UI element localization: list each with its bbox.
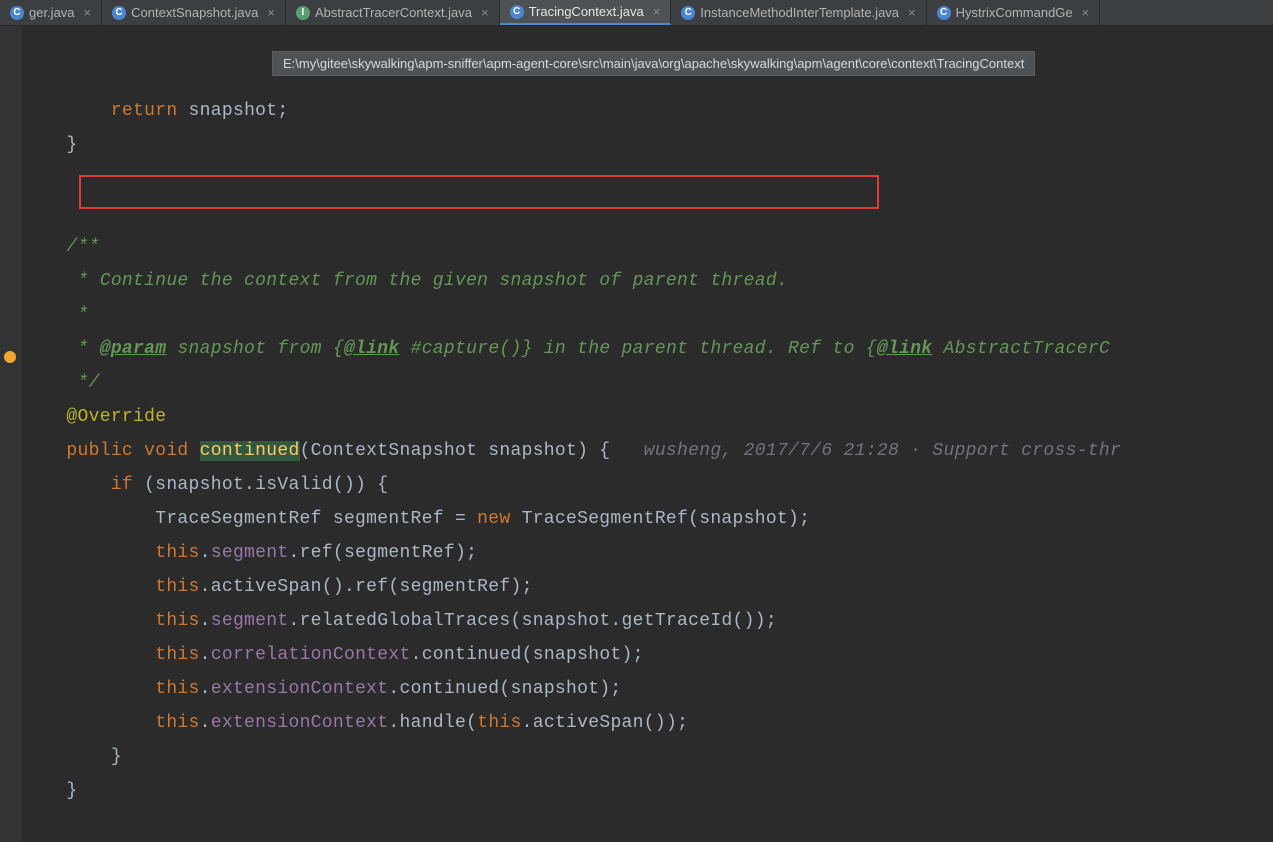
javadoc-highlighted: Continue the context from the given snap…: [100, 271, 777, 291]
tab-label: ger.java: [29, 5, 75, 20]
tab-label: HystrixCommandGe: [956, 5, 1073, 20]
code-text: .: [200, 543, 211, 563]
close-icon[interactable]: ×: [267, 5, 275, 20]
close-icon[interactable]: ×: [908, 5, 916, 20]
keyword: this: [22, 679, 200, 699]
editor-tab[interactable]: Cger.java ×: [0, 0, 102, 25]
close-icon[interactable]: ×: [84, 5, 92, 20]
code-text: .continued(snapshot);: [388, 679, 621, 699]
javadoc-text: snapshot from {: [166, 339, 344, 359]
tab-label: TracingContext.java: [529, 4, 644, 19]
code-text: TraceSegmentRef(snapshot);: [522, 509, 811, 529]
code-text: .continued(snapshot);: [411, 645, 644, 665]
keyword: void: [144, 441, 200, 461]
code-line: }: [22, 747, 122, 767]
inlay-hint: wusheng, 2017/7/6 21:28 · Support cross-…: [610, 441, 1121, 461]
close-icon[interactable]: ×: [481, 5, 489, 20]
code-text: .activeSpan().ref(segmentRef);: [200, 577, 533, 597]
close-icon[interactable]: ×: [1082, 5, 1090, 20]
javadoc-tag: @link: [877, 339, 933, 359]
editor-tab[interactable]: C HystrixCommandGe ×: [927, 0, 1101, 25]
keyword: this: [22, 713, 200, 733]
field: correlationContext: [211, 645, 411, 665]
code-editor[interactable]: return snapshot; } /** * Continue the co…: [0, 26, 1273, 842]
keyword: this: [22, 543, 200, 563]
keyword: return: [111, 101, 178, 121]
code-text: snapshot;: [177, 101, 288, 121]
code-text: .relatedGlobalTraces(snapshot.getTraceId…: [288, 611, 776, 631]
class-icon: C: [681, 6, 695, 20]
code-line: }: [22, 135, 78, 155]
code-text: .: [200, 611, 211, 631]
keyword: this: [22, 645, 200, 665]
tab-label: ContextSnapshot.java: [131, 5, 258, 20]
keyword: new: [477, 509, 521, 529]
tab-label: AbstractTracerContext.java: [315, 5, 472, 20]
class-icon: C: [937, 6, 951, 20]
editor-tabs: Cger.java × C ContextSnapshot.java × I Abstrac…: [0, 0, 1273, 26]
method-name: continued: [200, 441, 300, 461]
highlight-box: [79, 175, 879, 209]
javadoc-line: *: [22, 339, 100, 359]
editor-tab[interactable]: I AbstractTracerContext.java ×: [286, 0, 500, 25]
javadoc-line: *: [22, 305, 89, 325]
javadoc-text: .: [777, 271, 788, 291]
lightbulb-icon[interactable]: [4, 351, 16, 363]
editor-tab[interactable]: C ContextSnapshot.java ×: [102, 0, 286, 25]
class-icon: C: [112, 6, 126, 20]
code-text: .activeSpan());: [522, 713, 689, 733]
code-text: TraceSegmentRef segmentRef =: [22, 509, 477, 529]
code-text: .: [200, 679, 211, 699]
code-text: .: [200, 645, 211, 665]
javadoc-line: */: [22, 373, 100, 393]
keyword: public: [22, 441, 144, 461]
tab-label: InstanceMethodInterTemplate.java: [700, 5, 899, 20]
keyword: this: [22, 577, 200, 597]
javadoc-line: *: [22, 271, 100, 291]
interface-icon: I: [296, 6, 310, 20]
javadoc-line: /**: [22, 237, 100, 257]
keyword: this: [477, 713, 521, 733]
javadoc-tag: @param: [100, 339, 167, 359]
javadoc-tag: @link: [344, 339, 400, 359]
javadoc-text: AbstractTracerC: [932, 339, 1110, 359]
field: segment: [211, 611, 289, 631]
javadoc-text: #capture()} in the parent thread. Ref to…: [400, 339, 877, 359]
field: segment: [211, 543, 289, 563]
field: extensionContext: [211, 713, 389, 733]
code-text: .: [200, 713, 211, 733]
editor-tab[interactable]: C InstanceMethodInterTemplate.java ×: [671, 0, 926, 25]
editor-tab[interactable]: C TracingContext.java ×: [500, 0, 672, 25]
class-icon: C: [10, 6, 24, 20]
field: extensionContext: [211, 679, 389, 699]
code-text: .handle(: [388, 713, 477, 733]
code-text: (snapshot.isValid()) {: [144, 475, 388, 495]
annotation: @Override: [22, 407, 166, 427]
code-line: }: [22, 781, 78, 801]
code-line: [22, 101, 111, 121]
file-path-tooltip: E:\my\gitee\skywalking\apm-sniffer\apm-a…: [272, 51, 1035, 76]
code-text: (ContextSnapshot snapshot) {: [300, 441, 611, 461]
gutter: [0, 26, 22, 842]
code-text: .ref(segmentRef);: [288, 543, 477, 563]
close-icon[interactable]: ×: [653, 4, 661, 19]
class-icon: C: [510, 5, 524, 19]
keyword: if: [22, 475, 144, 495]
keyword: this: [22, 611, 200, 631]
